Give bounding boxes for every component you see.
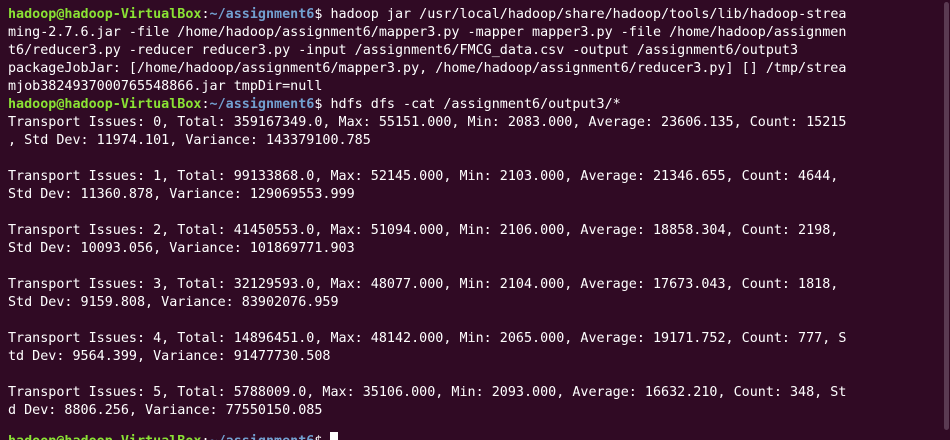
output-line: Transport Issues: 1, Total: 99133868.0, … <box>8 169 839 184</box>
output-line: , Std Dev: 11974.101, Variance: 14337910… <box>8 133 371 148</box>
prompt-dollar: $ <box>314 7 331 22</box>
prompt-dollar: $ <box>314 434 330 440</box>
output-line: Std Dev: 10093.056, Variance: 101869771.… <box>8 241 355 256</box>
terminal-cursor <box>330 432 339 440</box>
output-line: Transport Issues: 2, Total: 41450553.0, … <box>8 223 839 238</box>
prompt-line: hadoop@hadoop-VirtualBox:~/assignment6$ … <box>8 96 942 114</box>
clipped-previous-line <box>8 0 942 6</box>
output-line: mjob3824937000765548866.jar tmpDir=null <box>8 79 323 94</box>
command-text: t6/reducer3.py -reducer reducer3.py -inp… <box>8 43 799 58</box>
prompt-user-host: hadoop@hadoop-VirtualBox <box>8 97 202 112</box>
output-line: Std Dev: 9159.808, Variance: 83902076.95… <box>8 295 339 310</box>
prompt-dollar: $ <box>314 97 331 112</box>
command-text: hdfs dfs -cat /assignment6/output3/* <box>330 97 621 112</box>
scrollbar-thumb[interactable] <box>944 2 949 430</box>
command-text: hadoop jar /usr/local/hadoop/share/hadoo… <box>330 7 847 22</box>
prompt-line: hadoop@hadoop-VirtualBox:~/assignment6$ … <box>8 6 942 24</box>
terminal-window[interactable]: hadoop@hadoop-VirtualBox:~/assignment6$ … <box>0 0 942 440</box>
prompt-colon: : <box>201 434 209 440</box>
clipped-next-prompt: hadoop@hadoop-VirtualBox:~/assignment6$ <box>8 432 339 440</box>
output-line: td Dev: 9564.399, Variance: 91477730.508 <box>8 349 331 364</box>
prompt-user-host: hadoop@hadoop-VirtualBox <box>8 7 202 22</box>
output-line: Transport Issues: 5, Total: 5788009.0, M… <box>8 385 847 400</box>
output-line: Std Dev: 11360.878, Variance: 129069553.… <box>8 187 355 202</box>
prompt-colon: : <box>201 97 210 112</box>
output-line: Transport Issues: 4, Total: 14896451.0, … <box>8 331 847 346</box>
command-text: ming-2.7.6.jar -file /home/hadoop/assign… <box>8 25 847 40</box>
output-line: Transport Issues: 0, Total: 359167349.0,… <box>8 115 847 130</box>
prompt-cwd: ~/assignment6 <box>209 7 315 22</box>
prompt-cwd: ~/assignment6 <box>209 97 315 112</box>
output-line: d Dev: 8806.256, Variance: 77550150.085 <box>8 403 323 418</box>
prompt-user-host: hadoop@hadoop-VirtualBox <box>8 434 201 440</box>
output-line: Transport Issues: 3, Total: 32129593.0, … <box>8 277 839 292</box>
scrollbar[interactable] <box>942 0 950 440</box>
output-line: packageJobJar: [/home/hadoop/assignment6… <box>8 61 847 76</box>
prompt-colon: : <box>201 7 210 22</box>
prompt-cwd: ~/assignment6 <box>210 434 315 440</box>
